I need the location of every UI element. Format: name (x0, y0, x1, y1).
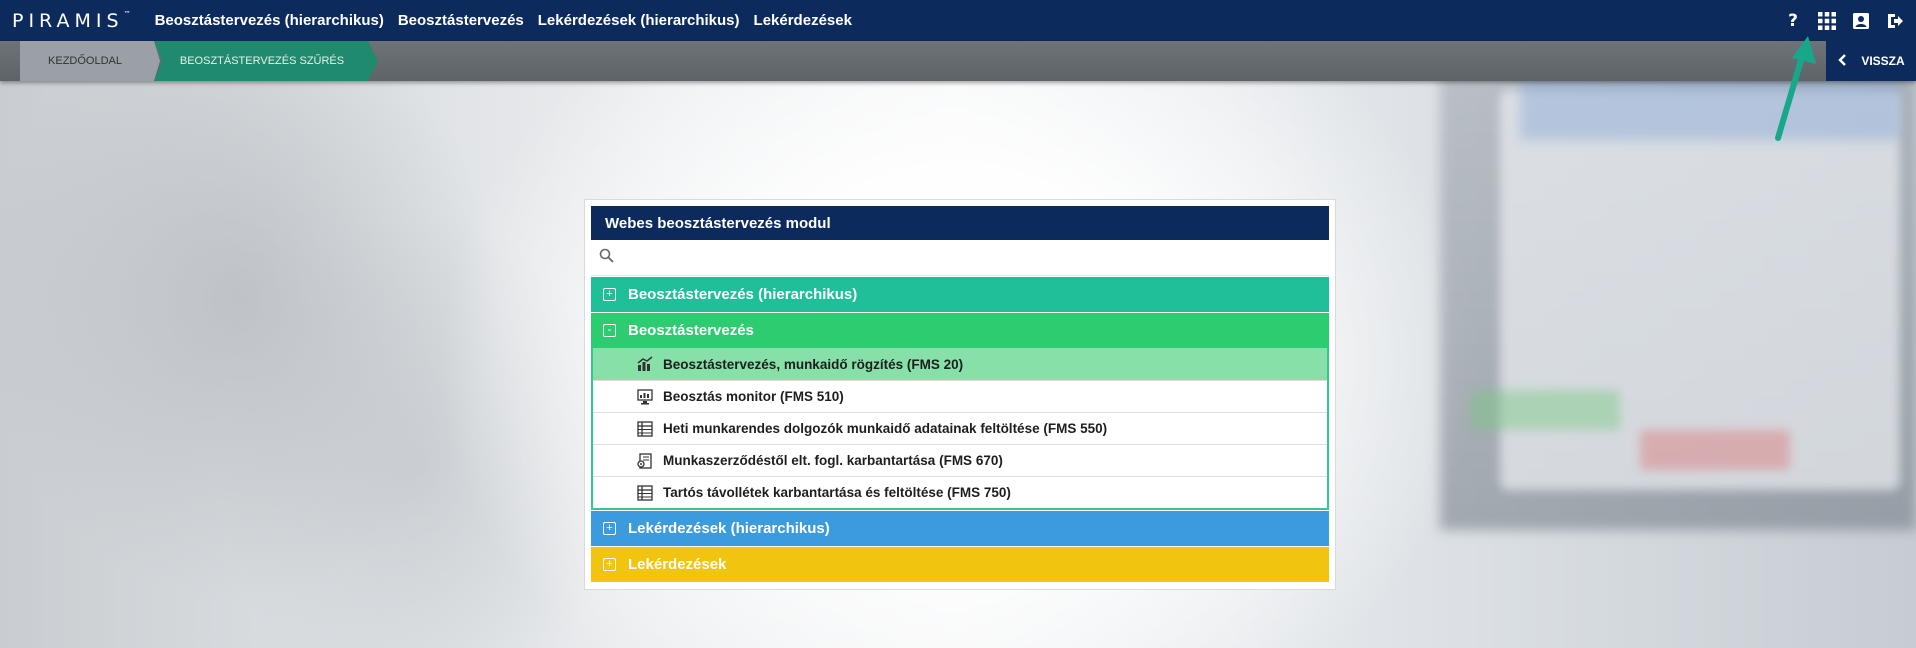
chevron-left-icon (1837, 53, 1847, 69)
apps-grid-icon[interactable] (1816, 10, 1838, 32)
table-icon (637, 484, 653, 501)
background-blur-red (1640, 430, 1790, 470)
logo-text: PIRAMIS (12, 9, 124, 32)
item-label: Munkaszerződéstől elt. fogl. karbantartá… (663, 453, 1003, 468)
nav-lekerdezesek-hierarchikus[interactable]: Lekérdezések (hierarchikus) (538, 12, 740, 29)
nav-beosztastervezes[interactable]: Beosztástervezés (398, 12, 524, 29)
chart-edit-icon (637, 356, 653, 372)
logout-svg (1888, 13, 1903, 28)
group-label: Lekérdezések (hierarchikus) (628, 520, 830, 537)
list-item-fms-510[interactable]: Beosztás monitor (FMS 510) (593, 380, 1327, 412)
back-label: VISSZA (1861, 54, 1905, 68)
item-label: Tartós távollétek karbantartása és feltö… (663, 485, 1011, 500)
nav-beosztastervezes-hierarchikus[interactable]: Beosztástervezés (hierarchikus) (155, 12, 384, 29)
back-button[interactable]: VISSZA (1826, 41, 1916, 81)
contact-card-svg (1853, 12, 1869, 29)
background-blur-bar (1520, 80, 1900, 140)
breadcrumb-bar: KEZDŐOLDAL BEOSZTÁSTERVEZÉS SZŰRÉS VISSZ… (0, 41, 1916, 81)
expand-icon[interactable]: + (603, 522, 616, 535)
group-beosztastervezes[interactable]: - Beosztástervezés (591, 312, 1329, 348)
nav-lekerdezesek[interactable]: Lekérdezések (754, 12, 852, 29)
item-label: Beosztás monitor (FMS 510) (663, 389, 844, 404)
apps-grid-svg (1818, 11, 1836, 30)
top-navbar: PIRAMIS™ Beosztástervezés (hierarchikus)… (0, 0, 1916, 41)
panel-title: Webes beosztástervezés modul (591, 206, 1329, 240)
list-item-fms-550[interactable]: Heti munkarendes dolgozók munkaidő adata… (593, 412, 1327, 444)
list-item-fms-750[interactable]: Tartós távollétek karbantartása és feltö… (593, 476, 1327, 508)
group-items: Beosztástervezés, munkaidő rögzítés (FMS… (591, 348, 1329, 510)
list-item-fms-20[interactable]: Beosztástervezés, munkaidő rögzítés (FMS… (593, 348, 1327, 380)
logout-icon[interactable] (1884, 10, 1906, 32)
expand-icon[interactable]: + (603, 558, 616, 571)
expand-icon[interactable]: + (603, 288, 616, 301)
module-panel: Webes beosztástervezés modul + Beosztást… (584, 199, 1336, 590)
item-label: Heti munkarendes dolgozók munkaidő adata… (663, 421, 1108, 436)
background-blur-green (1470, 390, 1620, 430)
group-beosztastervezes-hierarchikus[interactable]: + Beosztástervezés (hierarchikus) (591, 276, 1329, 312)
group-lekerdezesek-hierarchikus[interactable]: + Lekérdezések (hierarchikus) (591, 510, 1329, 546)
piramis-logo[interactable]: PIRAMIS™ (12, 10, 131, 32)
group-lekerdezesek[interactable]: + Lekérdezések (591, 546, 1329, 582)
help-icon[interactable]: ? (1782, 10, 1804, 32)
group-label: Lekérdezések (628, 556, 727, 573)
collapse-icon[interactable]: - (603, 324, 616, 337)
search-icon (599, 248, 614, 267)
search-row (591, 240, 1329, 276)
search-input[interactable] (620, 242, 1329, 273)
contract-icon (637, 452, 653, 469)
monitor-chart-icon (637, 388, 653, 405)
breadcrumb-current: BEOSZTÁSTERVEZÉS SZŰRÉS (154, 41, 378, 81)
group-label: Beosztástervezés (hierarchikus) (628, 286, 858, 303)
table-icon (637, 420, 653, 437)
item-label: Beosztástervezés, munkaidő rögzítés (FMS… (663, 356, 964, 372)
help-label: ? (1788, 10, 1798, 31)
group-label: Beosztástervezés (628, 322, 754, 339)
list-item-fms-670[interactable]: Munkaszerződéstől elt. fogl. karbantartá… (593, 444, 1327, 476)
annotation-arrow-icon (1775, 36, 1816, 141)
logo-trademark: ™ (123, 9, 131, 18)
contact-card-icon[interactable] (1850, 10, 1872, 32)
breadcrumb-home[interactable]: KEZDŐOLDAL (20, 41, 160, 81)
